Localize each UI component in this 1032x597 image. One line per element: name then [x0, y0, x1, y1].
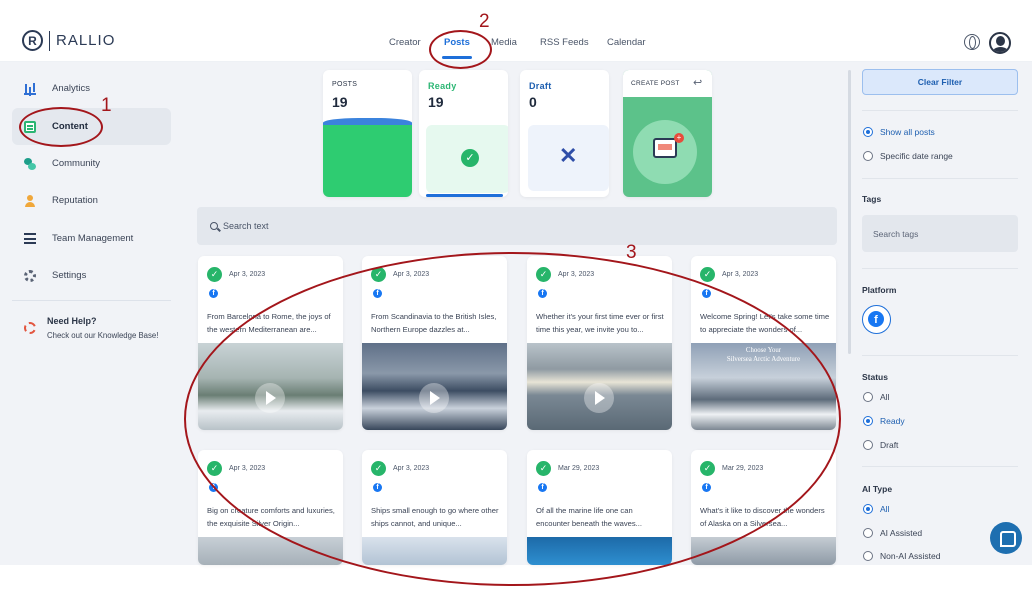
tab-calendar[interactable]: Calendar: [607, 37, 646, 48]
date-range-label[interactable]: Specific date range: [880, 151, 953, 161]
ready-illustration: ✓: [426, 125, 508, 193]
filter-divider: [862, 466, 1018, 467]
scrollbar[interactable]: [848, 70, 851, 354]
annotation-number-2: 2: [479, 11, 490, 32]
rallio-logo[interactable]: R RALLIO: [22, 30, 115, 51]
non-ai-label[interactable]: Non-AI Assisted: [880, 551, 940, 561]
platform-title: Platform: [862, 285, 897, 295]
draft-stat-card[interactable]: Draft 0 ✕: [520, 70, 609, 197]
reputation-icon: [24, 194, 36, 207]
ai-all-label[interactable]: All: [880, 504, 889, 514]
ai-type-title: AI Type: [862, 484, 893, 494]
tags-title: Tags: [862, 194, 882, 204]
posts-fill: [323, 125, 412, 197]
show-all-posts-label[interactable]: Show all posts: [880, 127, 935, 137]
sidebar-item-label: Team Management: [52, 233, 134, 244]
ready-label: Ready: [428, 81, 457, 91]
status-all-radio[interactable]: [863, 392, 873, 402]
post-date: Apr 3, 2023: [722, 271, 759, 278]
filter-divider: [862, 178, 1018, 179]
search-bar: [197, 207, 837, 245]
posts-label: POSTS: [332, 81, 358, 88]
ready-stat-card[interactable]: Ready 19 ✓: [419, 70, 508, 197]
filter-divider: [862, 110, 1018, 111]
ai-assisted-label[interactable]: AI Assisted: [880, 528, 922, 538]
sidebar-item-label: Community: [52, 158, 101, 169]
status-draft-label[interactable]: Draft: [880, 440, 898, 450]
post-date: Apr 3, 2023: [229, 271, 266, 278]
facebook-platform-icon[interactable]: [862, 305, 891, 334]
status-draft-radio[interactable]: [863, 440, 873, 450]
tab-rss-feeds[interactable]: RSS Feeds: [540, 37, 589, 48]
posts-count: 19: [332, 94, 348, 110]
tab-media[interactable]: Media: [491, 37, 517, 48]
ready-active-bar: [426, 194, 503, 197]
logo-text: RALLIO: [56, 32, 116, 49]
annotation-ellipse-content: [19, 107, 103, 147]
document-icon: [653, 138, 677, 158]
ai-assisted-radio[interactable]: [863, 528, 873, 538]
status-ready-label[interactable]: Ready: [880, 416, 905, 426]
create-post-label: CREATE POST: [631, 80, 680, 87]
create-post-illustration: +: [633, 120, 697, 184]
sidebar-item-analytics[interactable]: Analytics: [12, 70, 171, 107]
community-icon: [24, 157, 36, 170]
draft-illustration: ✕: [528, 125, 609, 191]
tab-creator[interactable]: Creator: [389, 37, 421, 48]
help-title[interactable]: Need Help?: [47, 316, 97, 326]
logo-mark: R: [22, 30, 43, 51]
return-arrow-icon: ↩: [693, 77, 703, 89]
clear-filter-button[interactable]: Clear Filter: [862, 69, 1018, 95]
analytics-icon: [24, 83, 36, 95]
status-all-label[interactable]: All: [880, 392, 889, 402]
posts-stat-card[interactable]: POSTS 19: [323, 70, 412, 197]
draft-count: 0: [529, 94, 537, 110]
filter-divider: [862, 355, 1018, 356]
sidebar-item-community[interactable]: Community: [12, 145, 171, 182]
create-post-card[interactable]: CREATE POST ↩ +: [623, 70, 712, 197]
show-all-posts-radio[interactable]: [863, 127, 873, 137]
ai-all-radio[interactable]: [863, 504, 873, 514]
check-icon: ✓: [700, 267, 715, 282]
chat-icon[interactable]: [990, 522, 1022, 554]
sidebar-item-label: Analytics: [52, 83, 91, 94]
draft-label: Draft: [529, 81, 552, 91]
sidebar-item-label: Settings: [52, 270, 87, 281]
globe-icon[interactable]: [964, 34, 980, 50]
annotation-ellipse-posts-grid: [184, 252, 841, 586]
sidebar-divider: [12, 300, 171, 301]
knowledge-base-link[interactable]: Check out our Knowledge Base!: [47, 331, 158, 340]
ready-count: 19: [428, 94, 444, 110]
check-icon: ✓: [461, 149, 479, 167]
date-range-radio[interactable]: [863, 151, 873, 161]
search-icon: [210, 222, 218, 230]
annotation-number-3: 3: [626, 242, 637, 263]
lifebuoy-icon: [24, 322, 36, 334]
sidebar-item-label: Reputation: [52, 195, 98, 206]
team-icon: [24, 232, 36, 245]
status-ready-radio[interactable]: [863, 416, 873, 426]
sidebar-item-settings[interactable]: Settings: [12, 257, 171, 294]
gear-icon: [24, 269, 36, 282]
logo-separator: [49, 30, 50, 51]
sidebar-item-team-management[interactable]: Team Management: [12, 220, 171, 257]
user-avatar[interactable]: [989, 32, 1011, 54]
plus-icon: +: [674, 133, 684, 143]
annotation-number-1: 1: [101, 95, 112, 116]
filter-divider: [862, 268, 1018, 269]
top-bar: R RALLIO Creator Posts Media RSS Feeds C…: [0, 0, 1032, 62]
tags-search-input[interactable]: [862, 215, 1018, 252]
cross-icon: ✕: [559, 143, 578, 168]
annotation-ellipse-posts: [429, 30, 492, 69]
search-input[interactable]: [223, 218, 823, 234]
check-icon: ✓: [207, 267, 222, 282]
status-title: Status: [862, 372, 888, 382]
facebook-icon: f: [209, 289, 218, 298]
create-post-header: CREATE POST ↩: [623, 70, 712, 97]
sidebar-item-reputation[interactable]: Reputation: [12, 182, 171, 219]
non-ai-radio[interactable]: [863, 551, 873, 561]
